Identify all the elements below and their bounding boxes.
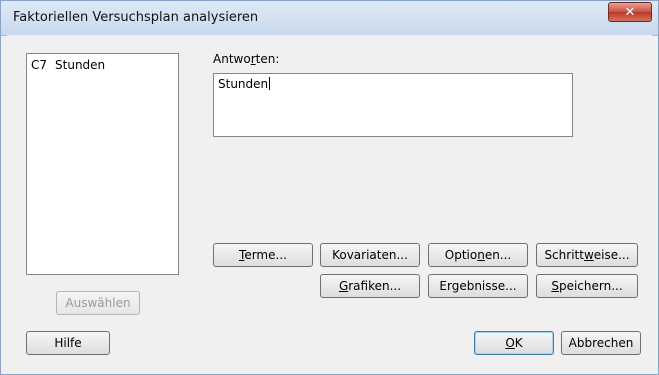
responses-value: Stunden (218, 77, 269, 91)
grafiken-label: Grafiken... (338, 279, 402, 293)
auswaehlen-label: Auswählen (65, 296, 131, 310)
ok-label: OK (505, 336, 523, 350)
close-icon: ✕ (624, 4, 636, 20)
abbrechen-button[interactable]: Abbrechen (561, 331, 641, 355)
window-title: Faktoriellen Versuchsplan analysieren (13, 10, 259, 25)
kovariaten-button[interactable]: Kovariaten... (320, 243, 420, 267)
ergebnisse-button[interactable]: Ergebnisse... (428, 274, 528, 298)
abbrechen-label: Abbrechen (568, 336, 634, 350)
responses-field[interactable]: Stunden (213, 73, 573, 137)
kovariaten-label: Kovariaten... (332, 248, 408, 262)
title-bar: Faktoriellen Versuchsplan analysieren ✕ (1, 1, 658, 36)
responses-label: Antworten: (213, 52, 280, 66)
optionen-label: Optionen... (444, 248, 512, 262)
text-caret (269, 77, 271, 90)
auswaehlen-button[interactable]: Auswählen (56, 291, 140, 315)
hilfe-label: Hilfe (54, 336, 82, 350)
speichern-label: Speichern... (551, 279, 623, 293)
terme-button[interactable]: Terme... (213, 243, 313, 267)
close-button[interactable]: ✕ (608, 2, 652, 22)
ok-button[interactable]: OK (474, 331, 554, 355)
terme-label: Terme... (239, 248, 287, 262)
grafiken-button[interactable]: Grafiken... (320, 274, 420, 298)
speichern-button[interactable]: Speichern... (536, 274, 638, 298)
list-item[interactable]: C7 Stunden (31, 58, 105, 72)
column-id: C7 (31, 58, 48, 72)
dialog-window: Faktoriellen Versuchsplan analysieren ✕ … (0, 0, 659, 375)
ergebnisse-label: Ergebnisse... (439, 279, 517, 293)
dialog-body: C7 Stunden Antworten: Stunden Terme... Ko… (7, 35, 652, 369)
schrittweise-label: Schrittweise... (544, 248, 630, 262)
schrittweise-button[interactable]: Schrittweise... (536, 243, 638, 267)
hilfe-button[interactable]: Hilfe (26, 331, 110, 355)
variable-list[interactable]: C7 Stunden (26, 53, 179, 275)
optionen-button[interactable]: Optionen... (428, 243, 528, 267)
column-name: Stunden (55, 58, 106, 72)
